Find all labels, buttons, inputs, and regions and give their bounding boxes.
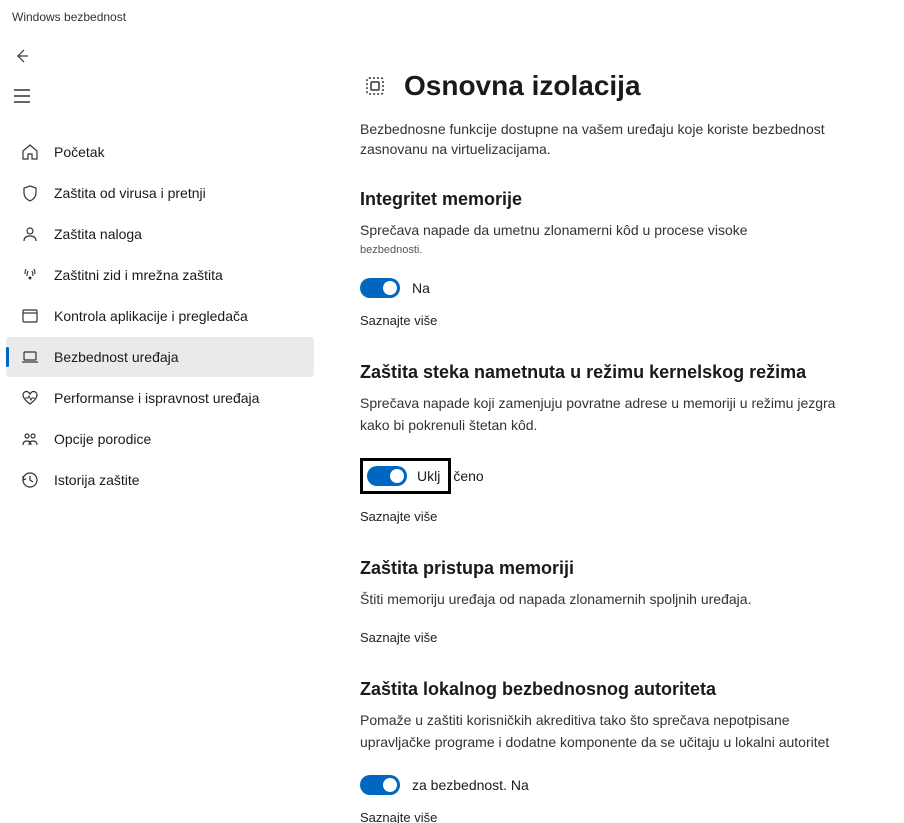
sidebar-item-label: Zaštita naloga (54, 226, 142, 242)
person-icon (20, 224, 40, 244)
sidebar-item-label: Kontrola aplikacije i pregledača (54, 308, 248, 324)
section-title: Zaštita pristupa memoriji (360, 558, 864, 579)
home-icon (20, 142, 40, 162)
sidebar-item-device-security[interactable]: Bezbednost uređaja (6, 337, 314, 377)
section-description-small: bezbednosti. (360, 244, 864, 256)
page-header: Osnovna izolacija (360, 70, 864, 102)
shield-icon (20, 183, 40, 203)
section-title: Zaštita steka nametnuta u režimu kernels… (360, 362, 864, 383)
sidebar-item-label: Istorija zaštite (54, 472, 140, 488)
sidebar-item-virus[interactable]: Zaštita od virusa i pretnji (6, 173, 314, 213)
people-icon (20, 429, 40, 449)
sidebar-item-history[interactable]: Istorija zaštite (6, 460, 314, 500)
app-title: Windows bezbednost (0, 0, 904, 30)
section-lsa: Zaštita lokalnog bezbednosnog autoriteta… (360, 679, 864, 823)
sidebar-item-label: Početak (54, 144, 105, 160)
sidebar-item-label: Performanse i ispravnost uređaja (54, 390, 259, 406)
toggle-label: Na (412, 280, 430, 296)
sidebar-item-label: Bezbednost uređaja (54, 349, 179, 365)
sidebar-item-firewall[interactable]: Zaštitni zid i mrežna zaštita (6, 255, 314, 295)
toggle-label-part2: čeno (453, 468, 483, 484)
app-icon (20, 306, 40, 326)
highlight-box: Uklj (360, 458, 451, 494)
section-description: Štiti memoriju uređaja od napada zloname… (360, 589, 864, 611)
learn-more-link[interactable]: Saznajte više (360, 313, 437, 328)
toggle-label: za bezbednost. Na (412, 777, 529, 793)
section-memory-access: Zaštita pristupa memoriji Štiti memoriju… (360, 558, 864, 645)
page-description: Bezbednosne funkcije dostupne na vašem u… (360, 120, 864, 159)
sidebar-item-family[interactable]: Opcije porodice (6, 419, 314, 459)
back-button[interactable] (0, 38, 40, 74)
sidebar-item-label: Zaštitni zid i mrežna zaštita (54, 267, 223, 283)
toggle-row: za bezbednost. Na (360, 775, 864, 795)
history-icon (20, 470, 40, 490)
page-title: Osnovna izolacija (404, 70, 641, 102)
wifi-icon (20, 265, 40, 285)
sidebar-item-app-browser[interactable]: Kontrola aplikacije i pregledača (6, 296, 314, 336)
section-title: Integritet memorije (360, 189, 864, 210)
lsa-toggle[interactable] (360, 775, 400, 795)
toggle-label-part1: Uklj (417, 468, 440, 484)
sidebar-item-home[interactable]: Početak (6, 132, 314, 172)
sidebar-item-account[interactable]: Zaštita naloga (6, 214, 314, 254)
kernel-stack-toggle[interactable] (367, 466, 407, 486)
memory-integrity-toggle[interactable] (360, 278, 400, 298)
section-title: Zaštita lokalnog bezbednosnog autoriteta (360, 679, 864, 700)
heart-pulse-icon (20, 388, 40, 408)
hamburger-icon (14, 89, 30, 103)
sidebar: Početak Zaštita od virusa i pretnji Zašt… (0, 30, 320, 823)
section-kernel-stack: Zaštita steka nametnuta u režimu kernels… (360, 362, 864, 524)
sidebar-item-performance[interactable]: Performanse i ispravnost uređaja (6, 378, 314, 418)
sidebar-item-label: Zaštita od virusa i pretnji (54, 185, 206, 201)
back-arrow-icon (14, 48, 30, 64)
learn-more-link[interactable]: Saznajte više (360, 509, 437, 524)
section-description: Sprečava napade koji zamenjuju povratne … (360, 393, 864, 436)
hamburger-button[interactable] (0, 78, 40, 114)
section-memory-integrity: Integritet memorije Sprečava napade da u… (360, 189, 864, 328)
section-description: Pomaže u zaštiti korisničkih akreditiva … (360, 710, 864, 753)
laptop-icon (20, 347, 40, 367)
toggle-row: Na (360, 278, 864, 298)
toggle-row-highlighted: Uklj čeno (360, 458, 864, 494)
nav: Početak Zaštita od virusa i pretnji Zašt… (0, 132, 320, 500)
learn-more-link[interactable]: Saznajte više (360, 630, 437, 645)
chip-icon (360, 71, 390, 101)
section-description: Sprečava napade da umetnu zlonamerni kôd… (360, 220, 864, 242)
learn-more-link[interactable]: Saznajte više (360, 810, 437, 823)
main-content: Osnovna izolacija Bezbednosne funkcije d… (320, 30, 904, 823)
sidebar-item-label: Opcije porodice (54, 431, 151, 447)
